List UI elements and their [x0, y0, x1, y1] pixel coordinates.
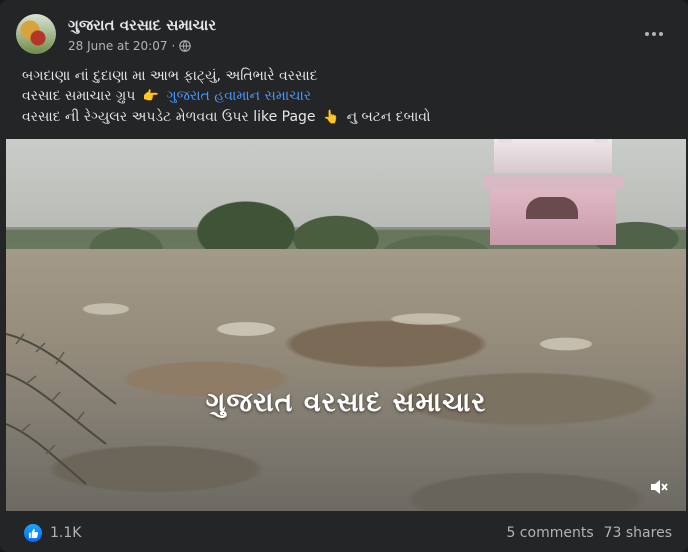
post-meta: 28 June at 20:07 ·	[68, 39, 192, 53]
post-timestamp[interactable]: 28 June at 20:07	[68, 39, 168, 53]
meta-separator: ·	[171, 39, 176, 53]
video-temple	[484, 139, 624, 245]
post-text-group-label: વરસાદ સમાચાર ગ્રુપ	[22, 88, 136, 104]
more-dot-icon	[652, 32, 656, 36]
pointing-up-emoji-icon: 👆	[323, 110, 340, 125]
more-options-button[interactable]	[636, 16, 672, 52]
globe-icon	[179, 40, 192, 52]
reaction-count[interactable]: 1.1K	[50, 525, 81, 541]
post-text: બગદાણા નાં દુદાણા મા આભ ફાટ્યું, અતિભારે…	[22, 66, 672, 128]
post-text-line-1: બગદાણા નાં દુદાણા મા આભ ફાટ્યું, અતિભારે…	[22, 68, 318, 84]
post-text-line-2: વરસાદ સમાચાર ગ્રુપ 👉 ગુજરાત હવામાન સમાચા…	[22, 86, 672, 107]
like-icon[interactable]	[24, 524, 42, 542]
post-text-line-3: વરસાદ ની રેગ્યુલર અપડેટ મેળવવા ઉપર like …	[22, 107, 672, 128]
post-header: ગુજરાત વરસાદ સમાચાર 28 June at 20:07 ·	[16, 14, 672, 58]
post-stats: 5 comments 73 shares	[506, 525, 672, 541]
video-foam	[46, 289, 626, 369]
post-footer: 1.1K 5 comments 73 shares	[16, 522, 672, 546]
pointing-right-emoji-icon: 👉	[142, 89, 159, 104]
post-text-like-suffix: નુ બટન દબાવો	[346, 109, 431, 125]
more-dot-icon	[645, 32, 649, 36]
page-name-link[interactable]: ગુજરાત વરસાદ સમાચાર	[68, 16, 216, 34]
post-card: ગુજરાત વરસાદ સમાચાર 28 June at 20:07 · બ…	[0, 0, 688, 552]
comments-count[interactable]: 5 comments	[506, 525, 593, 541]
post-text-like-prompt: વરસાદ ની રેગ્યુલર અપડેટ મેળવવા ઉપર like …	[22, 109, 316, 125]
video-watermark: ગુજરાત વરસાદ સમાચાર	[205, 387, 487, 418]
group-link[interactable]: ગુજરાત હવામાન સમાચાર	[166, 88, 311, 104]
video-player[interactable]: ગુજરાત વરસાદ સમાચાર	[6, 139, 686, 511]
page-avatar[interactable]	[16, 14, 56, 54]
speaker-muted-icon	[651, 480, 668, 494]
more-dot-icon	[659, 32, 663, 36]
mute-button[interactable]	[646, 475, 672, 499]
shares-count[interactable]: 73 shares	[604, 525, 672, 541]
